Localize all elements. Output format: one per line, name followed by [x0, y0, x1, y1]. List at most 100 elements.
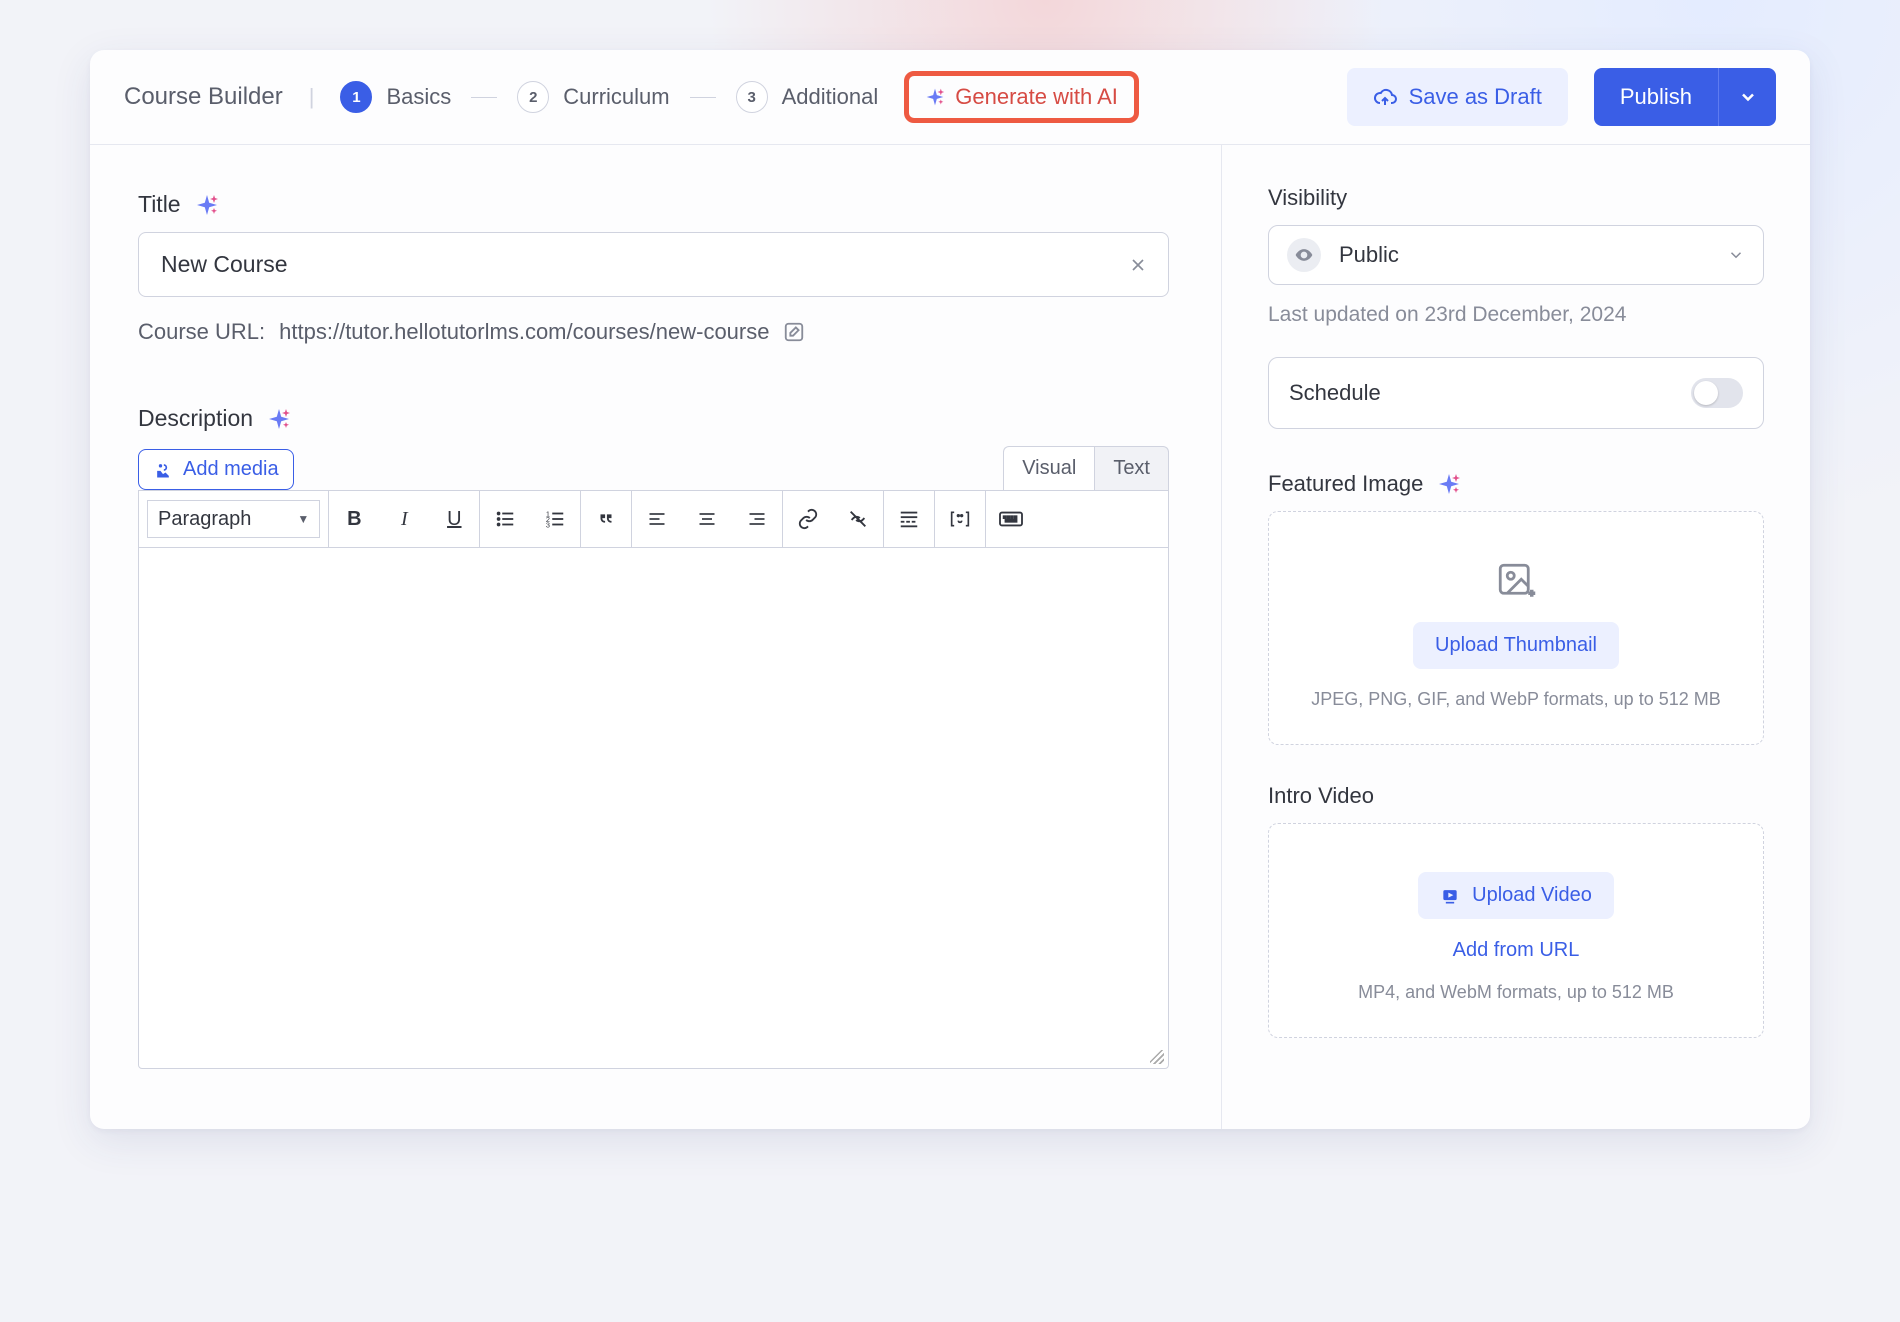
- wizard-steps: 1 Basics 2 Curriculum 3 Additional: [340, 81, 878, 113]
- media-icon: [153, 460, 173, 480]
- resize-handle[interactable]: [1150, 1050, 1164, 1064]
- tab-text[interactable]: Text: [1094, 446, 1169, 490]
- align-left-icon: [647, 509, 667, 529]
- visibility-select[interactable]: Public: [1268, 225, 1764, 285]
- add-media-button[interactable]: Add media: [138, 449, 294, 490]
- unlink-button[interactable]: [833, 491, 883, 547]
- step-badge-2: 2: [517, 81, 549, 113]
- step-label-curriculum: Curriculum: [563, 84, 669, 110]
- intro-video-label-text: Intro Video: [1268, 783, 1374, 809]
- sparkle-icon: [1437, 472, 1461, 496]
- save-draft-button[interactable]: Save as Draft: [1347, 68, 1568, 126]
- editor-toolbar: Paragraph ▼ B I U: [139, 491, 1168, 548]
- title-separator: |: [309, 84, 315, 110]
- align-center-icon: [697, 509, 717, 529]
- step-line: [690, 97, 716, 98]
- upload-video-button[interactable]: Upload Video: [1418, 872, 1614, 919]
- paragraph-format-select[interactable]: Paragraph ▼: [147, 500, 320, 538]
- thumbnail-hint: JPEG, PNG, GIF, and WebP formats, up to …: [1311, 689, 1721, 710]
- title-label-text: Title: [138, 191, 181, 218]
- video-upload-icon: [1440, 886, 1460, 906]
- edit-url-button[interactable]: [783, 321, 805, 343]
- numbered-list-button[interactable]: 123: [530, 491, 580, 547]
- schedule-row: Schedule: [1268, 357, 1764, 429]
- align-center-button[interactable]: [682, 491, 732, 547]
- link-icon: [797, 508, 819, 530]
- clear-title-button[interactable]: [1108, 255, 1168, 275]
- featured-image-label: Featured Image: [1268, 471, 1764, 497]
- step-badge-1: 1: [340, 81, 372, 113]
- sparkle-icon: [267, 407, 291, 431]
- schedule-label: Schedule: [1289, 380, 1381, 406]
- step-label-additional: Additional: [782, 84, 879, 110]
- sparkle-icon: [925, 87, 945, 107]
- step-badge-3: 3: [736, 81, 768, 113]
- shortcode-button[interactable]: [935, 491, 985, 547]
- header: Course Builder | 1 Basics 2 Curriculum 3…: [90, 50, 1810, 145]
- publish-group: Publish: [1594, 68, 1776, 126]
- underline-button[interactable]: U: [429, 491, 479, 547]
- upload-thumbnail-button[interactable]: Upload Thumbnail: [1413, 622, 1619, 669]
- insert-more-button[interactable]: [884, 491, 934, 547]
- sparkle-icon: [195, 193, 219, 217]
- step-basics[interactable]: 1 Basics: [340, 81, 451, 113]
- blockquote-button[interactable]: [581, 491, 631, 547]
- tab-visual[interactable]: Visual: [1003, 446, 1094, 490]
- link-button[interactable]: [783, 491, 833, 547]
- add-from-url-link[interactable]: Add from URL: [1453, 939, 1580, 962]
- generate-with-ai-button[interactable]: Generate with AI: [904, 71, 1139, 123]
- main-column: Title Course URL: https://tutor.hellotut…: [90, 145, 1222, 1129]
- description-editor[interactable]: [139, 548, 1168, 1068]
- svg-text:3: 3: [546, 520, 550, 529]
- video-hint: MP4, and WebM formats, up to 512 MB: [1358, 982, 1674, 1003]
- visibility-label-text: Visibility: [1268, 185, 1347, 211]
- upload-thumbnail-label: Upload Thumbnail: [1435, 634, 1597, 657]
- description-field-label: Description: [138, 405, 1169, 432]
- title-input[interactable]: [139, 233, 1108, 296]
- bulleted-list-button[interactable]: [480, 491, 530, 547]
- align-right-icon: [747, 509, 767, 529]
- last-updated: Last updated on 23rd December, 2024: [1268, 303, 1764, 327]
- publish-button[interactable]: Publish: [1594, 68, 1718, 126]
- side-column: Visibility Public Last updated on 23rd D…: [1222, 145, 1810, 1129]
- schedule-toggle[interactable]: [1691, 378, 1743, 408]
- chevron-down-icon: ▼: [297, 512, 309, 526]
- italic-button[interactable]: I: [379, 491, 429, 547]
- quote-icon: [595, 508, 617, 530]
- cloud-upload-icon: [1373, 85, 1397, 109]
- unlink-icon: [847, 508, 869, 530]
- step-curriculum[interactable]: 2 Curriculum: [517, 81, 669, 113]
- course-builder-card: Course Builder | 1 Basics 2 Curriculum 3…: [90, 50, 1810, 1129]
- intro-video-label: Intro Video: [1268, 783, 1764, 809]
- title-field-label: Title: [138, 191, 1169, 218]
- generate-with-ai-label: Generate with AI: [955, 84, 1118, 110]
- editor-mode-tabs: Visual Text: [1003, 446, 1169, 490]
- publish-label: Publish: [1620, 84, 1692, 110]
- save-draft-label: Save as Draft: [1409, 84, 1542, 110]
- keyboard-icon: [998, 508, 1024, 530]
- url-value: https://tutor.hellotutorlms.com/courses/…: [279, 319, 769, 345]
- close-icon: [1128, 255, 1148, 275]
- title-input-wrap: [138, 232, 1169, 297]
- bold-button[interactable]: B: [329, 491, 379, 547]
- intro-video-upload-box: Upload Video Add from URL MP4, and WebM …: [1268, 823, 1764, 1038]
- url-label: Course URL:: [138, 319, 265, 345]
- align-left-button[interactable]: [632, 491, 682, 547]
- align-right-button[interactable]: [732, 491, 782, 547]
- paragraph-select-label: Paragraph: [158, 508, 251, 531]
- list-ol-icon: 123: [544, 508, 566, 530]
- publish-more-button[interactable]: [1718, 68, 1776, 126]
- step-label-basics: Basics: [386, 84, 451, 110]
- eye-icon: [1287, 238, 1321, 272]
- course-url-row: Course URL: https://tutor.hellotutorlms.…: [138, 319, 1169, 345]
- thumbnail-upload-box: Upload Thumbnail JPEG, PNG, GIF, and Web…: [1268, 511, 1764, 745]
- read-more-icon: [898, 508, 920, 530]
- list-ul-icon: [494, 508, 516, 530]
- upload-video-label: Upload Video: [1472, 884, 1592, 907]
- visibility-value: Public: [1339, 242, 1709, 268]
- pencil-square-icon: [783, 321, 805, 343]
- step-line: [471, 97, 497, 98]
- visibility-label: Visibility: [1268, 185, 1764, 211]
- keyboard-shortcuts-button[interactable]: [986, 491, 1036, 547]
- step-additional[interactable]: 3 Additional: [736, 81, 879, 113]
